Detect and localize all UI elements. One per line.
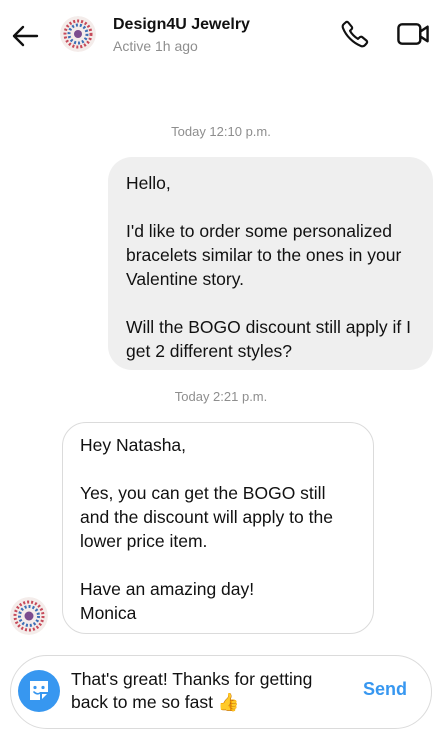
message-composer: That's great! Thanks for getting back to… — [10, 655, 432, 729]
video-camera-icon[interactable] — [396, 19, 430, 49]
sticker-button[interactable] — [18, 670, 60, 712]
sticker-icon — [30, 681, 48, 700]
outgoing-message-bubble[interactable]: Hello, I'd like to order some personaliz… — [108, 157, 433, 370]
message-input[interactable]: That's great! Thanks for getting back to… — [71, 668, 341, 714]
contact-name[interactable]: Design4U Jewelry — [113, 16, 250, 34]
active-status: Active 1h ago — [113, 38, 198, 54]
back-arrow-icon[interactable] — [10, 21, 40, 51]
thumbs-up-emoji: 👍 — [217, 692, 240, 712]
message-timestamp: Today 12:10 p.m. — [171, 124, 271, 139]
send-button[interactable]: Send — [363, 679, 407, 700]
sender-avatar[interactable] — [10, 597, 48, 635]
avatar[interactable] — [60, 16, 96, 52]
incoming-message-bubble[interactable]: Hey Natasha, Yes, you can get the BOGO s… — [62, 422, 374, 634]
message-timestamp: Today 2:21 p.m. — [174, 389, 268, 404]
phone-icon[interactable] — [340, 19, 370, 49]
draft-text: That's great! Thanks for getting back to… — [71, 669, 313, 712]
chat-header: Design4U Jewelry Active 1h ago — [0, 0, 442, 72]
